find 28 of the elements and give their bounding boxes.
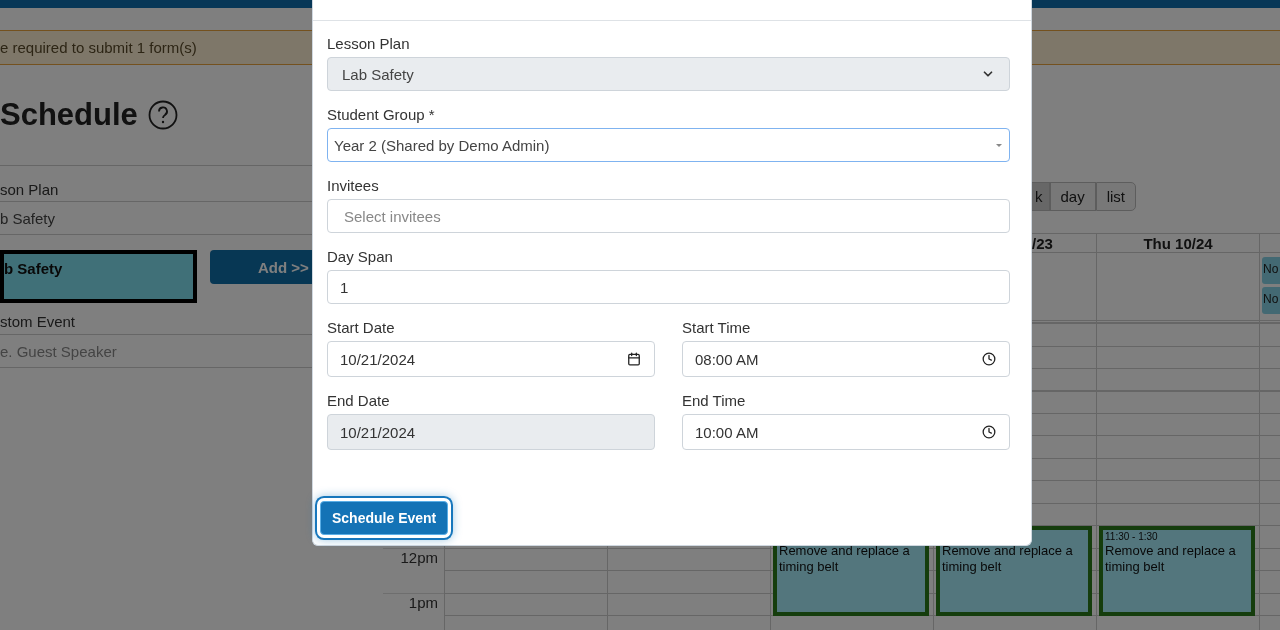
- view-button[interactable]: day: [1049, 182, 1096, 211]
- time-field[interactable]: 10:00 AM: [682, 414, 1010, 450]
- help-icon[interactable]: [147, 100, 178, 130]
- invitees-field[interactable]: Select invitees: [327, 199, 1010, 233]
- page-title: Schedule: [0, 97, 138, 133]
- field-label: Lesson Plan: [327, 35, 411, 54]
- caret-icon: [995, 142, 1003, 148]
- clock-icon: [982, 425, 996, 439]
- field-label: End Date: [327, 392, 391, 411]
- all-day-event[interactable]: No: [1262, 287, 1280, 314]
- view-button[interactable]: list: [1095, 182, 1137, 211]
- text-field[interactable]: 1: [327, 270, 1010, 304]
- day-header: /23: [1032, 234, 1053, 252]
- time-label: 12pm: [400, 549, 438, 566]
- calendar-event[interactable]: 11:30 - 1:30 Remove and replace a timing belt: [1099, 526, 1255, 616]
- student-group-select[interactable]: Year 2 (Shared by Demo Admin): [327, 128, 1010, 162]
- date-field[interactable]: 10/21/2024: [327, 341, 655, 377]
- time-field[interactable]: 08:00 AM: [682, 341, 1010, 377]
- day-header: Thu 10/24: [1143, 234, 1213, 252]
- time-label: 1pm: [408, 594, 438, 611]
- calendar-icon: [627, 352, 641, 366]
- all-day-event[interactable]: No: [1262, 257, 1280, 284]
- field-label: Student Group *: [327, 106, 436, 125]
- field-label: End Time: [682, 392, 747, 411]
- alert-text: e required to submit 1 form(s): [0, 39, 197, 56]
- lesson-card[interactable]: b Safety: [0, 250, 197, 303]
- field-label: Start Time: [682, 319, 752, 338]
- clock-icon: [982, 352, 996, 366]
